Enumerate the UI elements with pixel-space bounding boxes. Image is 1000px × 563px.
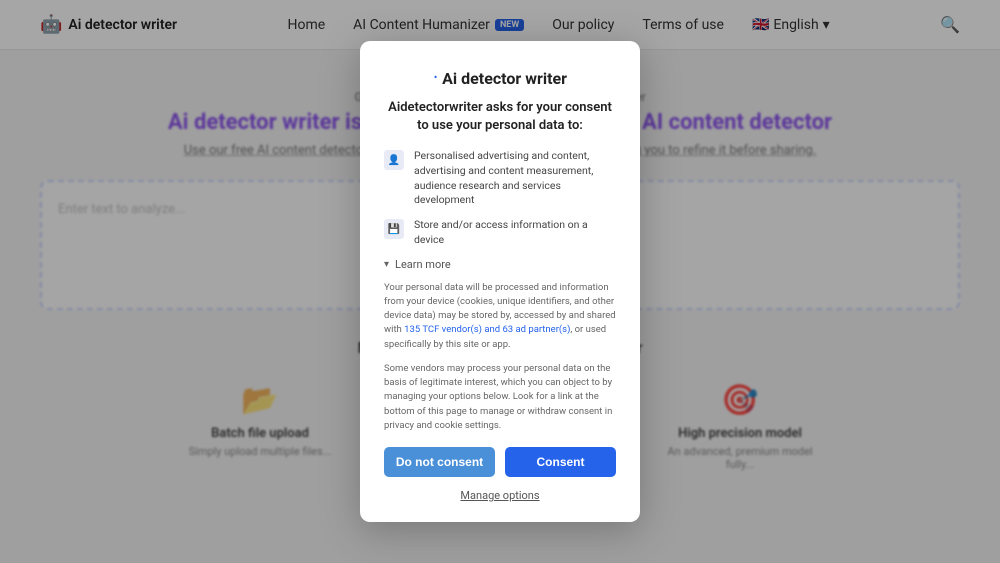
modal-logo-dot: · <box>433 65 438 89</box>
consent-item-advertising: 👤 Personalised advertising and content, … <box>384 149 616 208</box>
advertising-icon: 👤 <box>384 150 404 170</box>
modal-logo-text: Ai detector writer <box>442 69 567 88</box>
consent-button[interactable]: Consent <box>505 447 616 477</box>
consent-modal: · Ai detector writer Aidetectorwriter as… <box>360 41 640 522</box>
modal-body-text: Your personal data will be processed and… <box>384 281 616 352</box>
manage-options-link[interactable]: Manage options <box>384 489 616 502</box>
modal-second-text: Some vendors may process your personal d… <box>384 362 616 433</box>
learn-more-label: Learn more <box>395 258 451 271</box>
do-not-consent-button[interactable]: Do not consent <box>384 447 495 477</box>
consent-text-storage: Store and/or access information on a dev… <box>414 218 616 247</box>
modal-overlay: · Ai detector writer Aidetectorwriter as… <box>0 0 1000 563</box>
learn-more-row[interactable]: ▾ Learn more <box>384 258 616 271</box>
chevron-icon: ▾ <box>384 259 389 270</box>
modal-title: Aidetectorwriter asks for your consent t… <box>384 99 616 135</box>
modal-buttons: Do not consent Consent <box>384 447 616 477</box>
modal-logo: · Ai detector writer <box>384 65 616 89</box>
tcf-vendors-link[interactable]: 135 TCF vendor(s) and 63 ad partner(s) <box>404 324 570 335</box>
storage-icon: 💾 <box>384 219 404 239</box>
consent-text-advertising: Personalised advertising and content, ad… <box>414 149 616 208</box>
consent-item-storage: 💾 Store and/or access information on a d… <box>384 218 616 247</box>
